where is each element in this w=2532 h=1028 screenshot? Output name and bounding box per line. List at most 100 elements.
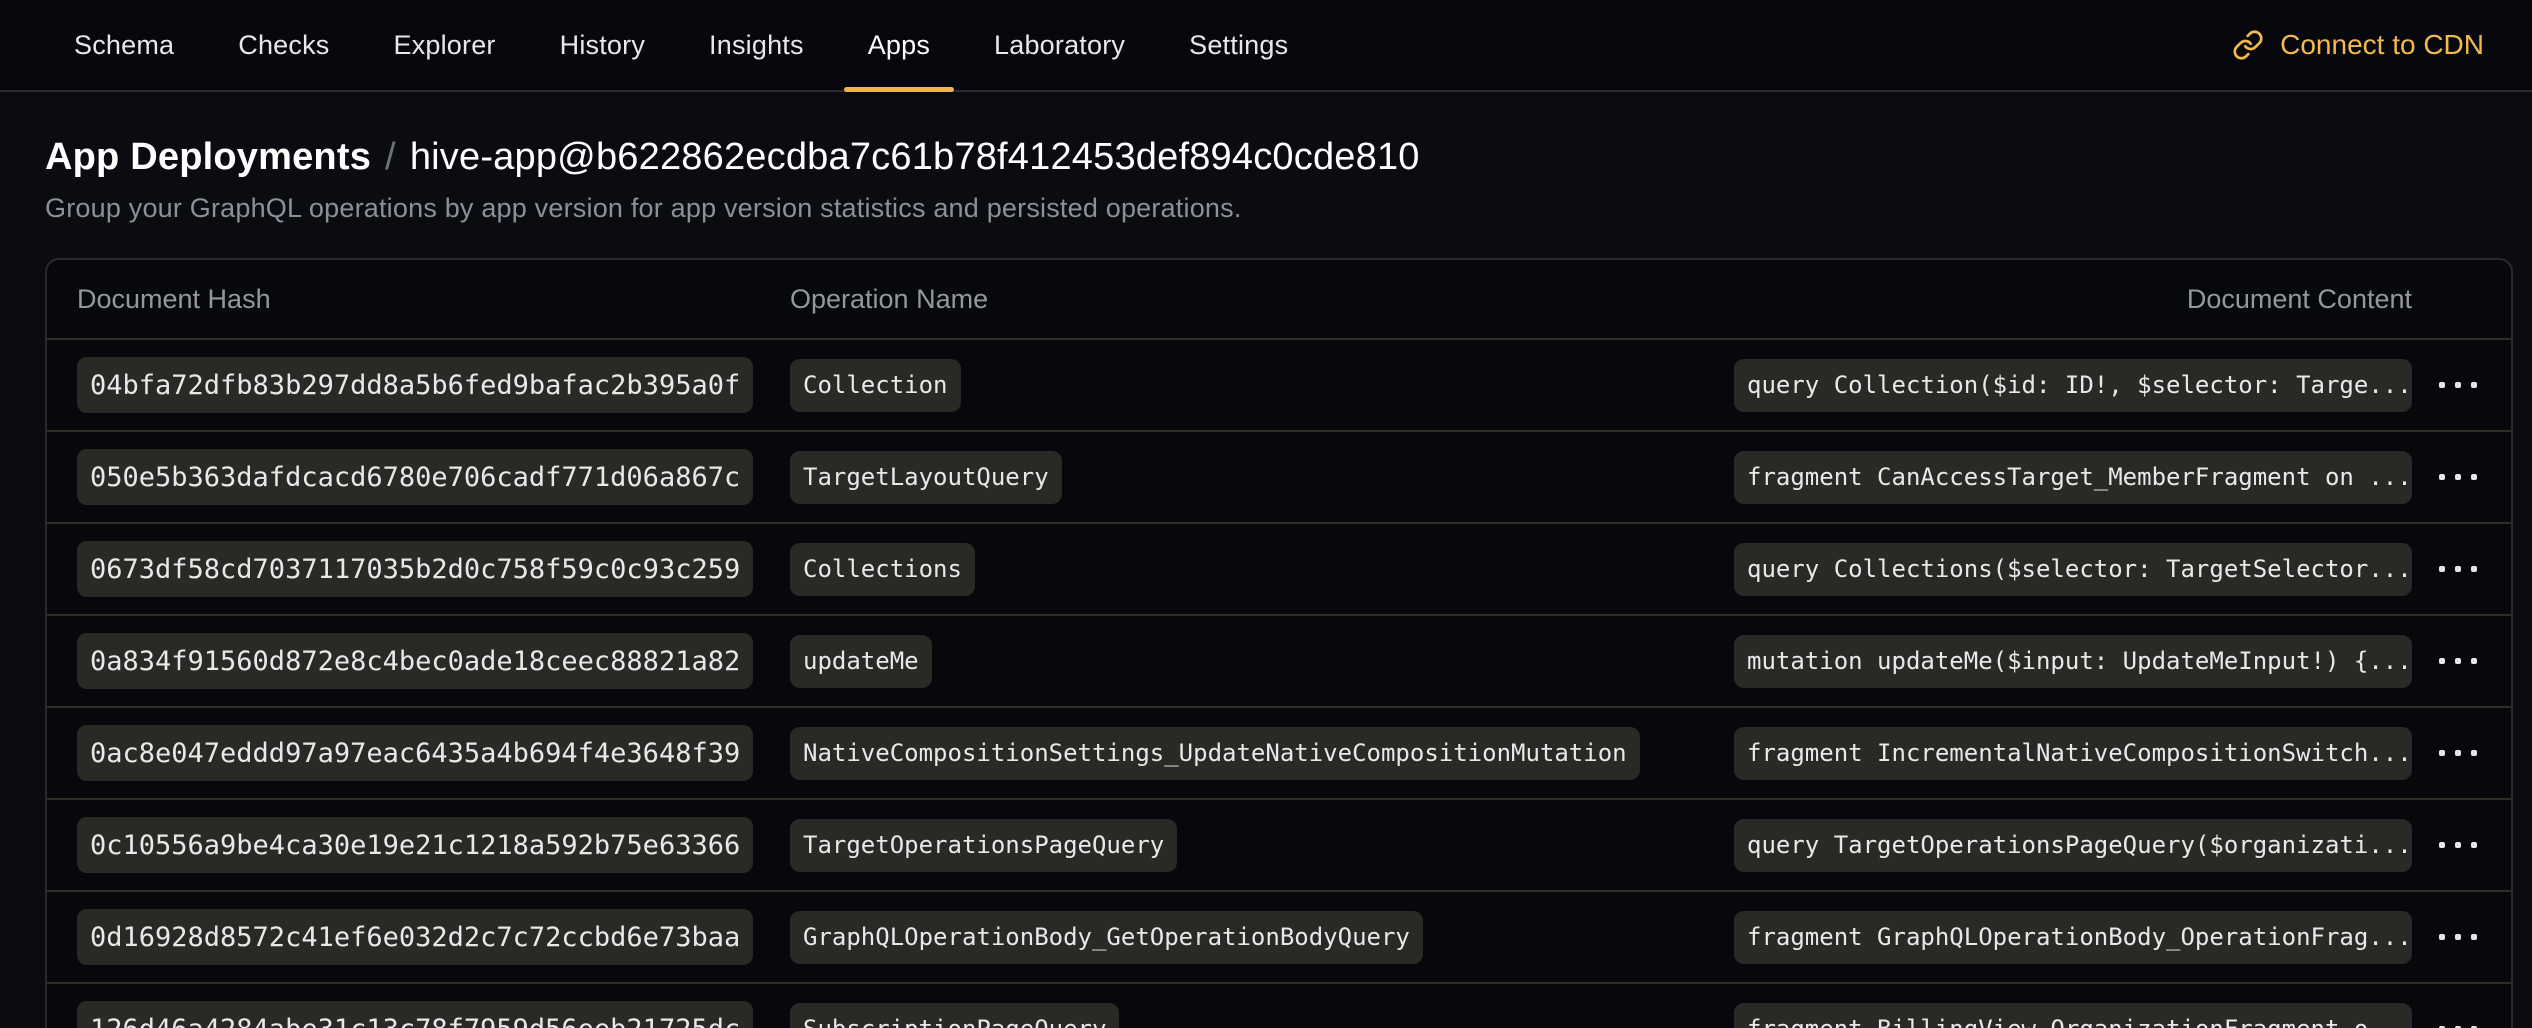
document-content-pill: query TargetOperationsPageQuery($organiz… (1734, 819, 2412, 872)
document-content-cell: query TargetOperationsPageQuery($organiz… (1734, 819, 2412, 872)
ellipsis-menu-icon (2471, 934, 2477, 940)
ellipsis-menu-icon (2439, 382, 2445, 388)
document-hash-pill: 0a834f91560d872e8c4bec0ade18ceec88821a82 (77, 633, 753, 689)
table-row: 0d16928d8572c41ef6e032d2c7c72ccbd6e73baa… (47, 890, 2511, 982)
operation-name-cell: updateMe (790, 635, 1734, 688)
ellipsis-menu-icon (2439, 474, 2445, 480)
document-content-cell: fragment IncrementalNativeCompositionSwi… (1734, 727, 2412, 780)
table-row: 0a834f91560d872e8c4bec0ade18ceec88821a82… (47, 614, 2511, 706)
ellipsis-menu-icon (2455, 566, 2461, 572)
operation-name-pill: TargetLayoutQuery (790, 451, 1062, 504)
ellipsis-menu-icon (2455, 474, 2461, 480)
nav-tab-explorer[interactable]: Explorer (367, 0, 521, 90)
nav-tab-schema[interactable]: Schema (48, 0, 200, 90)
document-hash-cell: 0673df58cd7037117035b2d0c758f59c0c93c259 (77, 541, 790, 597)
ellipsis-menu-icon (2471, 474, 2477, 480)
ellipsis-menu-icon (2439, 842, 2445, 848)
row-menu-cell (2412, 934, 2481, 940)
row-menu-cell (2412, 658, 2481, 664)
connect-to-cdn-label: Connect to CDN (2280, 29, 2484, 61)
row-menu-button[interactable] (2412, 474, 2481, 480)
document-hash-pill: 126d46a4284abe31c13c78f7959d56eeb21725dc (77, 1001, 753, 1028)
document-content-pill: query Collection($id: ID!, $selector: Ta… (1734, 359, 2412, 412)
operation-name-pill: NativeCompositionSettings_UpdateNativeCo… (790, 727, 1640, 780)
document-hash-cell: 0c10556a9be4ca30e19e21c1218a592b75e63366 (77, 817, 790, 873)
row-menu-cell (2412, 750, 2481, 756)
operation-name-cell: Collections (790, 543, 1734, 596)
ellipsis-menu-icon (2471, 382, 2477, 388)
column-header-document-content: Document Content (1734, 284, 2412, 315)
operation-name-pill: Collections (790, 543, 975, 596)
document-hash-pill: 0d16928d8572c41ef6e032d2c7c72ccbd6e73baa (77, 909, 753, 965)
ellipsis-menu-icon (2455, 842, 2461, 848)
table-row: 126d46a4284abe31c13c78f7959d56eeb21725dc… (47, 982, 2511, 1028)
row-menu-button[interactable] (2412, 382, 2481, 388)
nav-tab-laboratory[interactable]: Laboratory (968, 0, 1151, 90)
breadcrumb-separator: / (385, 136, 396, 178)
document-content-cell: fragment GraphQLOperationBody_OperationF… (1734, 911, 2412, 964)
ellipsis-menu-icon (2439, 658, 2445, 664)
document-content-pill: mutation updateMe($input: UpdateMeInput!… (1734, 635, 2412, 688)
deployed-documents-table: Document Hash Operation Name Document Co… (45, 258, 2513, 1028)
row-menu-button[interactable] (2412, 934, 2481, 940)
document-content-cell: query Collections($selector: TargetSelec… (1734, 543, 2412, 596)
ellipsis-menu-icon (2455, 382, 2461, 388)
ellipsis-menu-icon (2471, 566, 2477, 572)
operation-name-cell: GraphQLOperationBody_GetOperationBodyQue… (790, 911, 1734, 964)
breadcrumb-current: hive-app@b622862ecdba7c61b78f412453def89… (410, 136, 1420, 178)
ellipsis-menu-icon (2471, 750, 2477, 756)
ellipsis-menu-icon (2455, 934, 2461, 940)
document-content-pill: fragment IncrementalNativeCompositionSwi… (1734, 727, 2412, 780)
nav-tab-checks[interactable]: Checks (212, 0, 355, 90)
breadcrumb-root: App Deployments (45, 136, 371, 178)
app-deployment-page: App Deployments / hive-app@b622862ecdba7c6… (0, 136, 2532, 1028)
document-hash-cell: 126d46a4284abe31c13c78f7959d56eeb21725dc (77, 1001, 790, 1028)
nav-tabs: SchemaChecksExplorerHistoryInsightsAppsL… (48, 0, 1314, 90)
document-hash-cell: 050e5b363dafdcacd6780e706cadf771d06a867c (77, 449, 790, 505)
row-menu-button[interactable] (2412, 750, 2481, 756)
table-row: 04bfa72dfb83b297dd8a5b6fed9bafac2b395a0f… (47, 338, 2511, 430)
top-navbar: SchemaChecksExplorerHistoryInsightsAppsL… (0, 0, 2532, 92)
document-content-pill: query Collections($selector: TargetSelec… (1734, 543, 2412, 596)
nav-tab-insights[interactable]: Insights (683, 0, 830, 90)
table-row: 050e5b363dafdcacd6780e706cadf771d06a867c… (47, 430, 2511, 522)
ellipsis-menu-icon (2439, 566, 2445, 572)
operation-name-pill: GraphQLOperationBody_GetOperationBodyQue… (790, 911, 1423, 964)
document-hash-pill: 0ac8e047eddd97a97eac6435a4b694f4e3648f39 (77, 725, 753, 781)
operation-name-pill: TargetOperationsPageQuery (790, 819, 1177, 872)
operation-name-cell: SubscriptionPageQuery (790, 1003, 1734, 1028)
table-body: 04bfa72dfb83b297dd8a5b6fed9bafac2b395a0f… (47, 338, 2511, 1028)
row-menu-button[interactable] (2412, 566, 2481, 572)
document-content-pill: fragment BillingView_OrganizationFragmen… (1734, 1003, 2412, 1028)
document-hash-pill: 04bfa72dfb83b297dd8a5b6fed9bafac2b395a0f (77, 357, 753, 413)
document-hash-cell: 04bfa72dfb83b297dd8a5b6fed9bafac2b395a0f (77, 357, 790, 413)
column-header-operation-name: Operation Name (790, 284, 1734, 315)
operation-name-pill: SubscriptionPageQuery (790, 1003, 1119, 1028)
row-menu-button[interactable] (2412, 658, 2481, 664)
table-row: 0c10556a9be4ca30e19e21c1218a592b75e63366… (47, 798, 2511, 890)
nav-tab-apps[interactable]: Apps (842, 0, 956, 90)
operation-name-cell: NativeCompositionSettings_UpdateNativeCo… (790, 727, 1734, 780)
nav-tab-settings[interactable]: Settings (1163, 0, 1314, 90)
row-menu-cell (2412, 566, 2481, 572)
ellipsis-menu-icon (2471, 658, 2477, 664)
row-menu-button[interactable] (2412, 842, 2481, 848)
page-subtitle: Group your GraphQL operations by app ver… (45, 193, 2513, 224)
document-content-cell: query Collection($id: ID!, $selector: Ta… (1734, 359, 2412, 412)
table-header-row: Document Hash Operation Name Document Co… (47, 260, 2511, 338)
document-hash-pill: 050e5b363dafdcacd6780e706cadf771d06a867c (77, 449, 753, 505)
table-row: 0673df58cd7037117035b2d0c758f59c0c93c259… (47, 522, 2511, 614)
table-row: 0ac8e047eddd97a97eac6435a4b694f4e3648f39… (47, 706, 2511, 798)
document-content-pill: fragment GraphQLOperationBody_OperationF… (1734, 911, 2412, 964)
ellipsis-menu-icon (2439, 750, 2445, 756)
operation-name-cell: TargetOperationsPageQuery (790, 819, 1734, 872)
ellipsis-menu-icon (2455, 658, 2461, 664)
connect-to-cdn-button[interactable]: Connect to CDN (2226, 0, 2490, 90)
document-hash-cell: 0ac8e047eddd97a97eac6435a4b694f4e3648f39 (77, 725, 790, 781)
document-hash-cell: 0a834f91560d872e8c4bec0ade18ceec88821a82 (77, 633, 790, 689)
nav-tab-history[interactable]: History (534, 0, 671, 90)
ellipsis-menu-icon (2455, 750, 2461, 756)
operation-name-cell: TargetLayoutQuery (790, 451, 1734, 504)
ellipsis-menu-icon (2471, 842, 2477, 848)
document-content-cell: fragment CanAccessTarget_MemberFragment … (1734, 451, 2412, 504)
